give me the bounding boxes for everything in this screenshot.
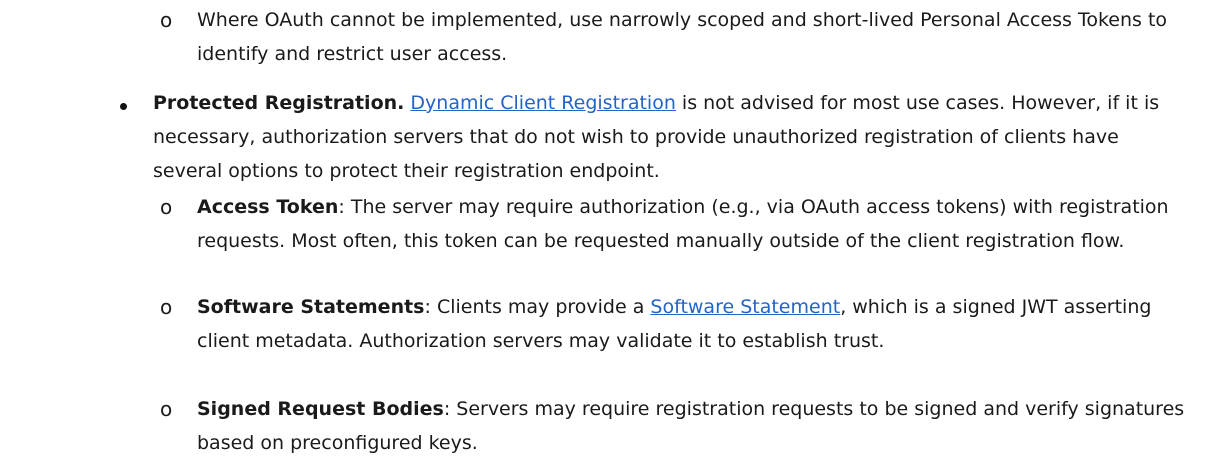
sub-item-text: : Clients may provide a bbox=[424, 296, 651, 318]
document-page: o Where OAuth cannot be implemented, use… bbox=[0, 0, 1217, 476]
list-item-protected-registration: Protected Registration. Dynamic Client R… bbox=[153, 86, 1193, 188]
software-statement-link[interactable]: Software Statement bbox=[650, 296, 840, 318]
bullet-marker bbox=[120, 103, 127, 110]
sub-bullet-marker: o bbox=[160, 195, 173, 219]
sub-item-text: : The server may require authorization (… bbox=[197, 196, 1169, 252]
list-item-title: Protected Registration. bbox=[153, 92, 405, 114]
sub-item-title: Signed Request Bodies bbox=[197, 398, 444, 420]
sub-bullet-marker: o bbox=[160, 397, 173, 421]
sub-item-text: Where OAuth cannot be implemented, use n… bbox=[197, 9, 1168, 65]
sub-bullet-marker: o bbox=[160, 295, 173, 319]
dynamic-client-registration-link[interactable]: Dynamic Client Registration bbox=[410, 92, 675, 114]
sub-item-signed-request-bodies: Signed Request Bodies: Servers may requi… bbox=[197, 392, 1193, 460]
sub-item-title: Access Token bbox=[197, 196, 339, 218]
sub-item-software-statements: Software Statements: Clients may provide… bbox=[197, 290, 1193, 358]
sub-item-access-token: Access Token: The server may require aut… bbox=[197, 190, 1193, 258]
sub-item-title: Software Statements bbox=[197, 296, 425, 318]
sub-bullet-marker: o bbox=[160, 8, 173, 32]
